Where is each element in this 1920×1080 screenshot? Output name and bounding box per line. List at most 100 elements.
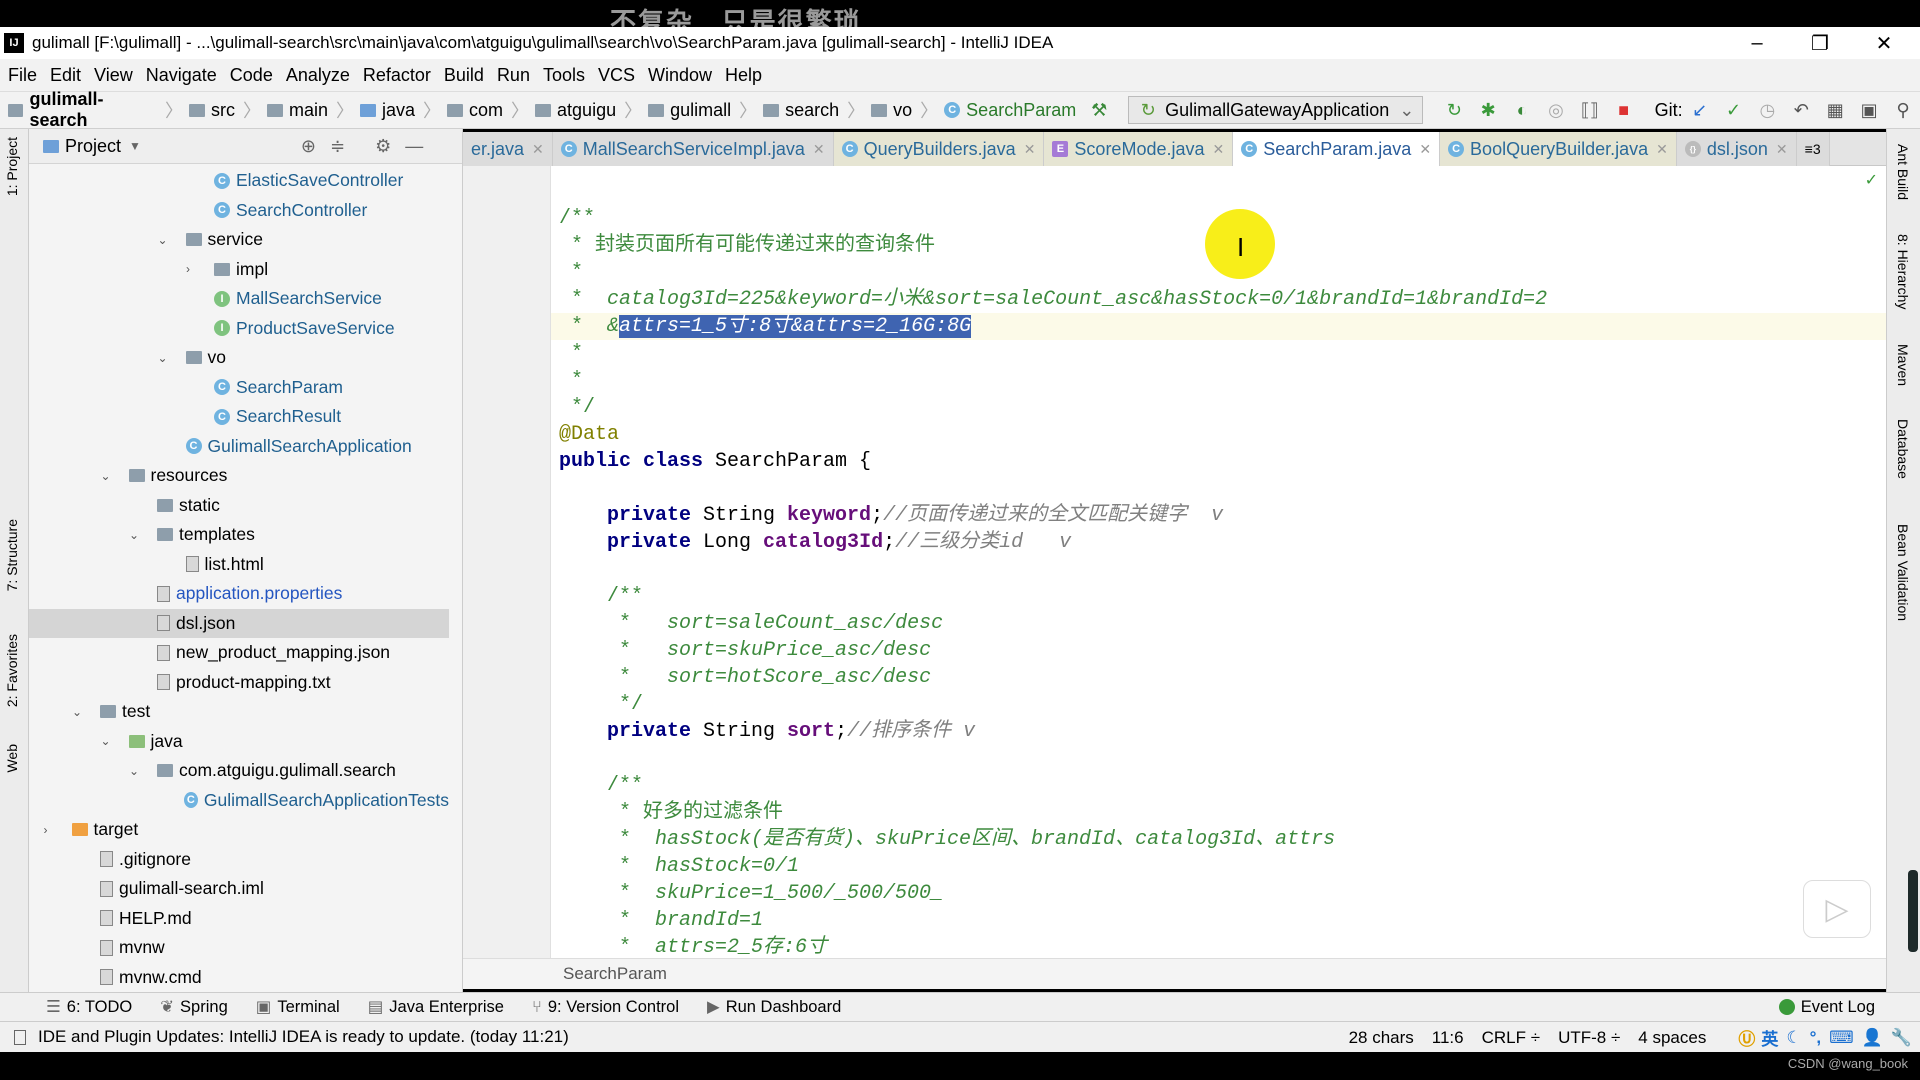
tool-window-spring[interactable]: ❦ Spring <box>160 997 228 1017</box>
menu-file[interactable]: File <box>8 65 37 86</box>
tree-item[interactable]: ⌄ vo <box>29 343 449 372</box>
right-stripe-1[interactable]: Ant Build <box>1895 144 1911 200</box>
chevron-down-icon[interactable]: ▼ <box>129 139 141 153</box>
right-stripe-5[interactable]: Bean Validation <box>1895 524 1911 621</box>
collapsed-arrow-icon[interactable]: › <box>186 262 200 276</box>
menu-vcs[interactable]: VCS <box>598 65 635 86</box>
event-log-button[interactable]: Event Log <box>1778 998 1875 1017</box>
tree-item[interactable]: new_product_mapping.json <box>29 638 449 667</box>
tree-item[interactable]: C SearchParam <box>29 373 449 402</box>
punctuation-icon[interactable]: °, <box>1810 1028 1822 1048</box>
tab-scoremode-java[interactable]: E ScoreMode.java ✕ <box>1044 132 1234 166</box>
expanded-arrow-icon[interactable]: ⌄ <box>158 233 172 247</box>
tab-searchparam-java[interactable]: C SearchParam.java ✕ <box>1233 132 1441 166</box>
search-icon[interactable]: ⚲ <box>1892 100 1914 121</box>
tree-item[interactable]: I ProductSaveService <box>29 314 449 343</box>
tree-item[interactable]: C SearchController <box>29 196 449 225</box>
right-stripe-4[interactable]: Database <box>1895 419 1911 479</box>
tree-item[interactable]: dsl.json <box>29 608 449 638</box>
git-commit-icon[interactable]: ✓ <box>1723 100 1745 121</box>
expanded-arrow-icon[interactable]: ⌄ <box>129 764 143 778</box>
tree-item[interactable]: C GulimallSearchApplication <box>29 432 449 461</box>
right-stripe-2[interactable]: 8: Hierarchy <box>1895 234 1911 309</box>
breadcrumb-item[interactable]: gulimall-search 〉 <box>8 89 183 131</box>
tree-item[interactable]: gulimall-search.iml <box>29 874 449 903</box>
expanded-arrow-icon[interactable]: ⌄ <box>101 734 115 748</box>
tab-querybuilders-java[interactable]: C QueryBuilders.java ✕ <box>833 132 1045 166</box>
expanded-arrow-icon[interactable]: ⌄ <box>129 528 143 542</box>
close-tab-icon[interactable]: ✕ <box>1213 141 1225 158</box>
breadcrumb-item[interactable]: search 〉 <box>763 97 865 123</box>
git-history-icon[interactable]: ◷ <box>1756 100 1778 121</box>
tool-window-run-dashboard[interactable]: ▶ Run Dashboard <box>707 997 841 1017</box>
close-tab-icon[interactable]: ✕ <box>1024 141 1036 158</box>
tree-item[interactable]: ⌄ com.atguigu.gulimall.search <box>29 756 449 785</box>
tree-item[interactable]: C ElasticSaveController <box>29 166 449 195</box>
tree-item[interactable]: HELP.md <box>29 904 449 933</box>
gear-icon[interactable]: ⚙ <box>375 136 391 157</box>
ime-language[interactable]: 英 <box>1761 1025 1778 1050</box>
tree-item[interactable]: ⌄ java <box>29 727 449 756</box>
close-tab-icon[interactable]: ✕ <box>1419 141 1431 158</box>
git-revert-icon[interactable]: ↶ <box>1790 100 1812 121</box>
menu-help[interactable]: Help <box>725 65 762 86</box>
debug-icon[interactable]: ✱ <box>1477 100 1499 121</box>
locate-icon[interactable]: ⊕ <box>301 136 316 157</box>
tree-item[interactable]: mvnw.cmd <box>29 963 449 992</box>
collapsed-arrow-icon[interactable]: › <box>44 823 58 837</box>
breadcrumb-item[interactable]: vo 〉 <box>871 97 938 123</box>
code-editor[interactable]: ✓ 67/**8 * 封装页面所有可能传递过来的查询条件9 *10 * cata… <box>551 166 1886 989</box>
left-stripe-4[interactable]: Web <box>4 744 20 773</box>
tool-window-terminal[interactable]: ▣ Terminal <box>256 997 340 1017</box>
profile-icon[interactable]: ◎ <box>1545 100 1567 121</box>
breadcrumb-item[interactable]: src 〉 <box>188 97 261 123</box>
close-tab-icon[interactable]: ✕ <box>1656 141 1668 158</box>
menu-navigate[interactable]: Navigate <box>146 65 217 86</box>
tree-item[interactable]: ⌄ templates <box>29 520 449 549</box>
play-icon[interactable]: ▷ <box>1803 880 1871 938</box>
menu-window[interactable]: Window <box>648 65 712 86</box>
close-tab-icon[interactable]: ✕ <box>532 141 544 158</box>
moon-icon[interactable]: ☾ <box>1786 1028 1801 1048</box>
menu-tools[interactable]: Tools <box>543 65 585 86</box>
run-configuration-select[interactable]: ↻ GulimallGatewayApplication ⌄ <box>1128 96 1424 124</box>
left-stripe-2[interactable]: 7: Structure <box>4 519 20 591</box>
project-view-select[interactable]: Project <box>65 136 121 157</box>
tab-boolquerybuilder-java[interactable]: C BoolQueryBuilder.java ✕ <box>1440 132 1677 166</box>
project-structure-icon[interactable]: ▦ <box>1824 100 1846 121</box>
menu-code[interactable]: Code <box>230 65 273 86</box>
tree-item[interactable]: ⌄ service <box>29 225 449 254</box>
settings-wrench-icon[interactable]: 🔧 <box>1891 1028 1912 1048</box>
expanded-arrow-icon[interactable]: ⌄ <box>158 351 172 365</box>
ime-toolbar[interactable]: Ⓤ 英 ☾ °, ⌨ 👤 🔧 <box>1720 1025 1912 1050</box>
tool-window-6-todo[interactable]: ☰ 6: TODO <box>46 997 132 1017</box>
user-icon[interactable]: 👤 <box>1862 1028 1883 1048</box>
breadcrumb-item[interactable]: C SearchParam <box>944 100 1076 121</box>
status-message[interactable]: IDE and Plugin Updates: IntelliJ IDEA is… <box>38 1027 569 1047</box>
menu-view[interactable]: View <box>94 65 133 86</box>
run-coverage-icon[interactable]: ◐ <box>1511 100 1533 121</box>
close-tab-icon[interactable]: ✕ <box>1776 141 1788 158</box>
tree-item[interactable]: ⌄ test <box>29 697 449 726</box>
indent-select[interactable]: 4 spaces <box>1638 1028 1706 1048</box>
tab-overflow-button[interactable]: ≡3 <box>1796 132 1830 166</box>
breadcrumb-item[interactable]: gulimall 〉 <box>648 97 757 123</box>
caret-position[interactable]: 11:6 <box>1432 1028 1464 1048</box>
tree-item[interactable]: › impl <box>29 255 449 284</box>
menu-refactor[interactable]: Refactor <box>363 65 431 86</box>
breadcrumb-item[interactable]: atguigu 〉 <box>535 97 642 123</box>
left-stripe-3[interactable]: 2: Favorites <box>4 634 20 707</box>
layout-icon[interactable]: ▣ <box>1858 100 1880 121</box>
breadcrumb-item[interactable]: java 〉 <box>359 97 441 123</box>
tree-item[interactable]: mvnw <box>29 933 449 962</box>
collapse-all-icon[interactable]: ≑ <box>330 136 345 157</box>
tree-item[interactable]: product-mapping.txt <box>29 668 449 697</box>
menu-analyze[interactable]: Analyze <box>286 65 350 86</box>
keyboard-icon[interactable]: ⌨ <box>1829 1028 1854 1048</box>
scroll-widget[interactable] <box>1908 870 1918 952</box>
line-separator-select[interactable]: CRLF ÷ <box>1482 1028 1540 1048</box>
close-button[interactable]: ✕ <box>1854 27 1914 59</box>
close-tab-icon[interactable]: ✕ <box>813 141 825 158</box>
tree-item[interactable]: › target <box>29 815 449 844</box>
toggle-tool-windows-icon[interactable] <box>14 1029 26 1045</box>
